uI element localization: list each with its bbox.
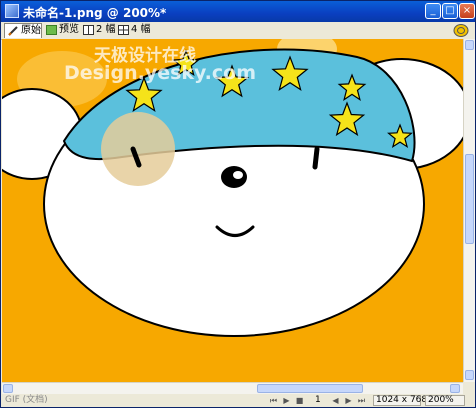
tab-preview[interactable]: 预览 xyxy=(43,23,79,38)
view-toolbar: 原始 预览 2 幅 4 幅 xyxy=(1,22,475,40)
title-bar[interactable]: 未命名-1.png @ 200%* _ □ × xyxy=(1,1,475,22)
tab-original[interactable]: 原始 xyxy=(4,23,42,38)
minimize-button[interactable]: _ xyxy=(425,3,441,19)
vertical-scroll-thumb[interactable] xyxy=(465,154,474,244)
tab-2-up[interactable]: 2 幅 xyxy=(80,23,116,38)
tab-2-up-label: 2 幅 xyxy=(96,24,116,35)
watermark-url: Design.yesky.com xyxy=(64,62,257,84)
zoom-select[interactable]: 200% xyxy=(425,395,465,406)
vertical-scrollbar[interactable] xyxy=(463,39,475,382)
onion-skin-icon[interactable] xyxy=(452,23,470,38)
pencil-icon xyxy=(8,26,19,36)
cartoon-artwork xyxy=(2,39,463,382)
document-window: 未命名-1.png @ 200%* _ □ × 原始 预览 2 幅 4 幅 天极… xyxy=(0,0,476,408)
preview-icon xyxy=(46,25,57,35)
scroll-up-arrow[interactable] xyxy=(465,40,474,50)
tab-4-up-label: 4 幅 xyxy=(131,24,151,35)
play-icon[interactable]: ▶ xyxy=(282,396,291,405)
stop-icon[interactable]: ■ xyxy=(295,396,304,405)
tab-preview-label: 预览 xyxy=(59,24,79,35)
canvas-dimensions: 1024 x 768 xyxy=(373,395,427,406)
maximize-button[interactable]: □ xyxy=(442,3,458,19)
next-frame-icon[interactable]: ▶ xyxy=(344,396,353,405)
file-format-label: GIF (文档) xyxy=(5,395,48,405)
four-up-icon xyxy=(118,25,129,35)
prev-frame-icon[interactable]: ◀ xyxy=(331,396,340,405)
two-up-icon xyxy=(83,25,94,35)
horizontal-scroll-thumb[interactable] xyxy=(257,384,363,393)
status-bar: GIF (文档) ⏮ ▶ ■ 1 ◀ ▶ ⏭ 1024 x 768 200% xyxy=(1,394,475,407)
page-number: 1 xyxy=(315,395,321,405)
tab-original-label: 原始 xyxy=(21,25,41,36)
last-frame-icon[interactable]: ⏭ xyxy=(357,396,366,405)
window-title: 未命名-1.png @ 200%* xyxy=(23,6,167,20)
first-frame-icon[interactable]: ⏮ xyxy=(269,396,278,405)
close-button[interactable]: × xyxy=(459,3,475,19)
image-canvas[interactable]: 天极设计在线 Design.yesky.com xyxy=(2,39,463,382)
document-icon xyxy=(5,4,19,18)
scroll-down-arrow[interactable] xyxy=(465,370,474,380)
scroll-left-arrow[interactable] xyxy=(3,384,13,393)
tab-4-up[interactable]: 4 幅 xyxy=(115,23,151,38)
horizontal-scrollbar[interactable] xyxy=(2,382,463,394)
scroll-right-arrow[interactable] xyxy=(450,384,460,393)
